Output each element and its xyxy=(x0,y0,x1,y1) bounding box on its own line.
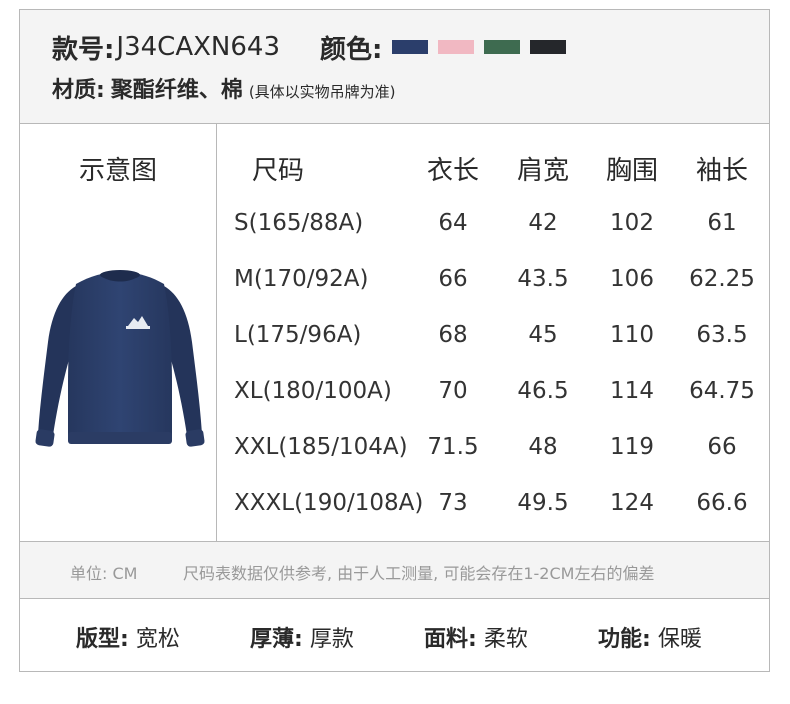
measurement-disclaimer: 尺码表数据仅供参考, 由于人工测量, 可能会存在1-2CM左右的偏差 xyxy=(183,564,655,583)
cell-chest: 119 xyxy=(610,434,654,460)
attr-fabric-label: 面料: xyxy=(424,627,477,652)
attr-fit-value: 宽松 xyxy=(135,627,180,652)
color-label: 颜色: xyxy=(320,34,383,65)
col-header-chest: 胸围 xyxy=(605,156,658,186)
cell-shoulder: 49.5 xyxy=(517,490,569,516)
material-value: 聚酯纤维、棉 xyxy=(110,78,243,103)
cell-chest: 114 xyxy=(610,378,654,404)
attr-fit: 版型: 宽松 xyxy=(76,621,180,653)
cell-shoulder: 48 xyxy=(528,434,558,460)
size-table-section: 示意图 尺码 衣长 肩宽 胸围 袖长 S(165/88A) 64 42 102 … xyxy=(20,124,769,541)
cell-shoulder: 46.5 xyxy=(517,378,569,404)
diagram-title: 示意图 xyxy=(78,156,157,186)
col-header-shoulder: 肩宽 xyxy=(516,156,569,186)
cell-sleeve: 61 xyxy=(707,210,737,236)
cell-size: S(165/88A) xyxy=(234,210,364,236)
cell-size: M(170/92A) xyxy=(234,266,369,292)
attr-fabric: 面料: 柔软 xyxy=(424,621,528,653)
color-swatch-green xyxy=(484,40,521,54)
attr-thickness-label: 厚薄: xyxy=(250,627,303,652)
cell-length: 73 xyxy=(438,490,468,516)
cell-chest: 102 xyxy=(610,210,654,236)
unit-note-section: 单位: CM 尺码表数据仅供参考, 由于人工测量, 可能会存在1-2CM左右的偏… xyxy=(20,541,769,598)
cell-chest: 110 xyxy=(610,322,654,348)
col-header-sleeve: 袖长 xyxy=(695,156,748,186)
attr-function: 功能: 保暖 xyxy=(598,621,702,653)
cell-size: XXXL(190/108A) xyxy=(234,490,424,516)
cell-size: XXL(185/104A) xyxy=(234,434,408,460)
cell-length: 64 xyxy=(438,210,468,236)
column-divider xyxy=(216,124,217,541)
cell-sleeve: 63.5 xyxy=(696,322,748,348)
cell-size: L(175/96A) xyxy=(234,322,362,348)
cell-length: 71.5 xyxy=(427,434,479,460)
cell-sleeve: 62.25 xyxy=(689,266,755,292)
cell-chest: 106 xyxy=(610,266,654,292)
size-chart-card: 款号: J34CAXN643 颜色: 材质: 聚酯纤维、棉 (具体以实物吊牌为准… xyxy=(19,9,770,672)
material-note: (具体以实物吊牌为准) xyxy=(248,83,396,101)
attr-function-label: 功能: xyxy=(598,627,651,652)
product-header: 款号: J34CAXN643 颜色: 材质: 聚酯纤维、棉 (具体以实物吊牌为准… xyxy=(20,10,769,123)
cell-shoulder: 45 xyxy=(528,322,558,348)
cell-size: XL(180/100A) xyxy=(234,378,392,404)
cell-sleeve: 64.75 xyxy=(689,378,755,404)
attr-thickness-value: 厚款 xyxy=(309,627,354,652)
cell-shoulder: 43.5 xyxy=(517,266,569,292)
cell-length: 66 xyxy=(438,266,468,292)
sweatshirt-illustration xyxy=(35,270,205,447)
style-label: 款号: xyxy=(52,34,115,65)
col-header-length: 衣长 xyxy=(426,156,479,186)
attr-thickness: 厚薄: 厚款 xyxy=(250,621,354,653)
unit-label: 单位: CM xyxy=(70,564,138,583)
style-and-color-line: 款号: J34CAXN643 颜色: xyxy=(52,30,567,65)
color-swatch-navy xyxy=(392,40,429,54)
color-swatch-black xyxy=(530,40,567,54)
attr-function-value: 保暖 xyxy=(657,627,702,652)
material-label: 材质: xyxy=(52,78,105,103)
attr-fit-label: 版型: xyxy=(76,627,129,652)
cell-sleeve: 66.6 xyxy=(696,490,748,516)
cell-shoulder: 42 xyxy=(528,210,558,236)
color-swatch-pink xyxy=(438,40,475,54)
cell-chest: 124 xyxy=(610,490,654,516)
col-header-size: 尺码 xyxy=(252,156,305,186)
cell-sleeve: 66 xyxy=(707,434,737,460)
material-line: 材质: 聚酯纤维、棉 (具体以实物吊牌为准) xyxy=(52,72,396,103)
attributes-section: 版型: 宽松 厚薄: 厚款 面料: 柔软 功能: 保暖 xyxy=(20,599,769,671)
attr-fabric-value: 柔软 xyxy=(483,627,528,652)
style-code: J34CAXN643 xyxy=(116,32,280,62)
cell-length: 68 xyxy=(438,322,468,348)
cell-length: 70 xyxy=(438,378,468,404)
